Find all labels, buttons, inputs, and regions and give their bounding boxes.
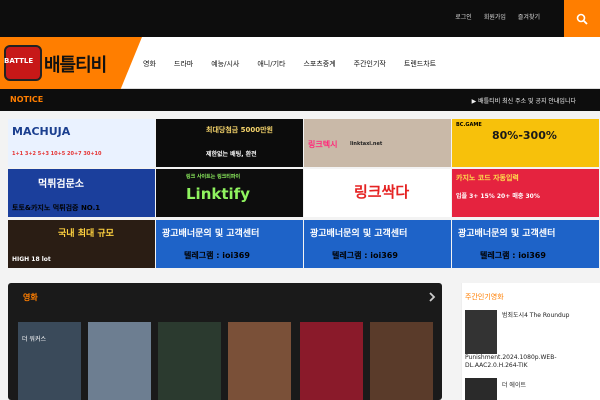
poster-title: 더 워커스 [22, 336, 46, 343]
banner-title: 광고배너문의 및 고객센터 [310, 229, 408, 239]
logo-text: 배틀티비 [44, 55, 107, 76]
movie-poster[interactable] [370, 322, 433, 400]
banner-sub: BC.GAME [456, 122, 482, 128]
banner-title: 링크싹다 [354, 183, 410, 201]
nav-item-trend[interactable]: 트렌드차트 [404, 59, 436, 69]
notice-label: NOTICE [10, 95, 44, 104]
banner-ad[interactable]: 링크텍시 linktaxi.net [304, 119, 451, 167]
banner-title: Linktify [186, 185, 250, 203]
banner-ad[interactable]: 링크 사이트는 링크티파이 Linktify [156, 169, 303, 217]
banner-sub: 텔레그램 : ioi369 [184, 251, 250, 260]
banner-ad[interactable]: 광고배너문의 및 고객센터 텔레그램 : ioi369 [304, 220, 451, 268]
banner-title: 광고배너문의 및 고객센터 [458, 229, 556, 239]
nav-item-drama[interactable]: 드라마 [174, 59, 193, 69]
weekly-item-sub[interactable]: Punishment.2024.1080p.WEB-DL.AAC2.0.H.26… [465, 354, 595, 370]
poster-row: 더 워커스 [18, 322, 438, 400]
banner-sub: 제한없는 배팅, 환전 [206, 151, 257, 158]
movie-poster[interactable] [228, 322, 291, 400]
banner-title: 먹튀검문소 [38, 179, 84, 190]
search-icon [576, 13, 588, 25]
banner-title: 최대당첨금 5000만원 [206, 126, 273, 134]
notice-bar: NOTICE ▶ 배틀티비 최신 주소 및 공지 안내입니다 [0, 89, 600, 111]
banner-sub: HIGH 18 lot [12, 256, 51, 263]
banner-ad[interactable]: 먹튀검문소 토토&카지노 먹튀검증 NO.1 [8, 169, 155, 217]
banner-sub: 토토&카지노 먹튀검증 NO.1 [12, 204, 101, 212]
bookmark-link[interactable]: 즐겨찾기 [518, 12, 540, 21]
banner-ad[interactable]: 링크싹다 [304, 169, 451, 217]
banner-ad[interactable]: 광고배너문의 및 고객센터 텔레그램 : ioi369 [452, 220, 599, 268]
login-link[interactable]: 로그인 [455, 12, 472, 21]
weekly-popular-panel: 주간인기영화 범죄도시4 The Roundup Punishment.2024… [461, 283, 600, 400]
nav-item-anime[interactable]: 애니/기타 [257, 59, 285, 69]
signup-link[interactable]: 회원가입 [484, 12, 506, 21]
logo[interactable]: BATTLE 배틀티비 [0, 37, 142, 89]
banner-ad[interactable]: MACHUJA 1+1 3+2 5+3 10+5 20+7 30+10 [8, 119, 155, 167]
nav-item-sports[interactable]: 스포츠중계 [303, 59, 335, 69]
banner-sub: 텔레그램 : ioi369 [480, 251, 546, 260]
banner-ad[interactable]: 80%-300% BC.GAME [452, 119, 599, 167]
banner-title: 국내 최대 규모 [58, 229, 114, 239]
banner-sub: linktaxi.net [350, 141, 383, 147]
banner-ad[interactable]: 광고배너문의 및 고객센터 텔레그램 : ioi369 [156, 220, 303, 268]
nav-item-weekly[interactable]: 주간인기작 [354, 59, 386, 69]
section-title: 영화 [23, 293, 38, 302]
nav-item-movies[interactable]: 영화 [143, 59, 156, 69]
banner-sub: 텔레그램 : ioi369 [332, 251, 398, 260]
logo-badge-text: BATTLE [4, 57, 34, 65]
banner-ad[interactable]: 국내 최대 규모 HIGH 18 lot [8, 220, 155, 268]
banner-ad[interactable]: 최대당첨금 5000만원 제한없는 배팅, 환전 [156, 119, 303, 167]
search-button[interactable] [564, 0, 600, 37]
nav-item-variety[interactable]: 예능/시사 [211, 59, 239, 69]
movie-poster[interactable] [300, 322, 363, 400]
banner-title: 80%-300% [492, 129, 557, 142]
movie-poster[interactable] [158, 322, 221, 400]
banner-sub: 입플 3+ 15% 20+ 매충 30% [456, 193, 540, 200]
main-navbar: BATTLE 배틀티비 영화 드라마 예능/시사 애니/기타 스포츠중계 주간인… [0, 37, 600, 89]
weekly-thumb[interactable] [465, 310, 497, 354]
banner-title: 광고배너문의 및 고객센터 [162, 229, 260, 239]
chevron-right-icon[interactable] [428, 292, 436, 302]
banner-sub: 링크 사이트는 링크티파이 [186, 174, 241, 180]
banner-title: 카지노 코드 자동입력 [456, 174, 519, 182]
banner-title: 링크텍시 [308, 140, 338, 149]
weekly-thumb[interactable] [465, 378, 497, 400]
banner-grid: MACHUJA 1+1 3+2 5+3 10+5 20+7 30+10 최대당첨… [8, 119, 600, 269]
movies-section: 영화 더 워커스 [8, 283, 442, 400]
weekly-item-title[interactable]: 범죄도시4 The Roundup [502, 312, 600, 320]
banner-ad[interactable]: 카지노 코드 자동입력 입플 3+ 15% 20+ 매충 30% [452, 169, 599, 217]
notice-text[interactable]: ▶ 배틀티비 최신 주소 및 공지 안내입니다 [472, 96, 576, 105]
top-links: 로그인 회원가입 즐겨찾기 [455, 12, 540, 21]
nav-menu: 영화 드라마 예능/시사 애니/기타 스포츠중계 주간인기작 트렌드차트 [143, 59, 436, 69]
weekly-item-title[interactable]: 더 에이트 [502, 380, 526, 389]
banner-sub: 1+1 3+2 5+3 10+5 20+7 30+10 [12, 151, 102, 157]
top-bar: 로그인 회원가입 즐겨찾기 [0, 0, 600, 37]
banner-title: MACHUJA [12, 125, 71, 138]
weekly-title: 주간인기영화 [465, 293, 504, 301]
movie-poster[interactable]: 더 워커스 [18, 322, 81, 400]
movie-poster[interactable] [88, 322, 151, 400]
